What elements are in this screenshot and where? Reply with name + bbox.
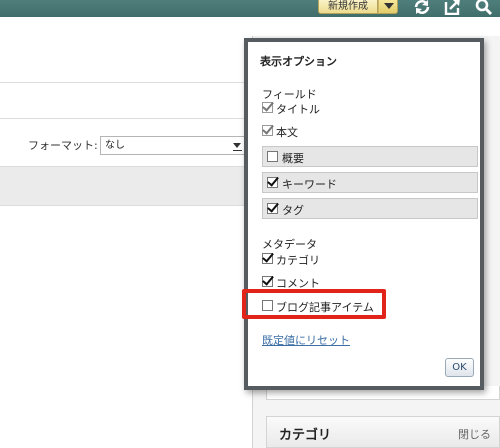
checkbox[interactable] bbox=[262, 276, 273, 287]
top-toolbar: 新規作成 bbox=[0, 0, 500, 17]
category-panel-title: カテゴリ bbox=[279, 428, 332, 443]
field-option-keywords[interactable]: キーワード bbox=[262, 172, 478, 193]
checkbox[interactable] bbox=[267, 203, 278, 214]
checkbox bbox=[262, 102, 273, 113]
checkbox[interactable] bbox=[267, 151, 278, 162]
search-icon[interactable] bbox=[474, 0, 494, 15]
format-select[interactable]: なし bbox=[100, 136, 246, 155]
new-entry-button[interactable]: 新規作成 bbox=[318, 0, 378, 14]
display-options-popup: 表示オプション フィールド タイトル 本文 概要 キーワード タグ メタデータ … bbox=[244, 38, 484, 390]
category-panel: カテゴリ 閉じる bbox=[266, 416, 500, 448]
refresh-icon[interactable] bbox=[412, 0, 432, 15]
chevron-down-icon bbox=[384, 3, 394, 9]
export-icon[interactable] bbox=[444, 0, 462, 15]
reset-defaults-link[interactable]: 既定値にリセット bbox=[262, 332, 350, 348]
field-option-excerpt[interactable]: 概要 bbox=[262, 146, 478, 167]
divider bbox=[0, 118, 252, 119]
chevron-down-icon bbox=[233, 143, 241, 148]
checkbox[interactable] bbox=[262, 300, 273, 311]
ok-button[interactable]: OK bbox=[445, 358, 474, 377]
checkbox[interactable] bbox=[262, 253, 273, 264]
checkbox bbox=[262, 125, 273, 136]
editor-toolbar-strip bbox=[0, 166, 252, 206]
category-close-link[interactable]: 閉じる bbox=[458, 426, 491, 442]
metadata-heading: メタデータ bbox=[262, 238, 317, 251]
field-option-tags[interactable]: タグ bbox=[262, 198, 478, 219]
new-entry-dropdown[interactable] bbox=[378, 0, 398, 14]
divider bbox=[0, 82, 252, 83]
format-select-value: なし bbox=[105, 140, 125, 151]
popup-title: 表示オプション bbox=[260, 55, 337, 68]
checkbox[interactable] bbox=[267, 177, 278, 188]
format-label: フォーマット: bbox=[28, 139, 98, 152]
